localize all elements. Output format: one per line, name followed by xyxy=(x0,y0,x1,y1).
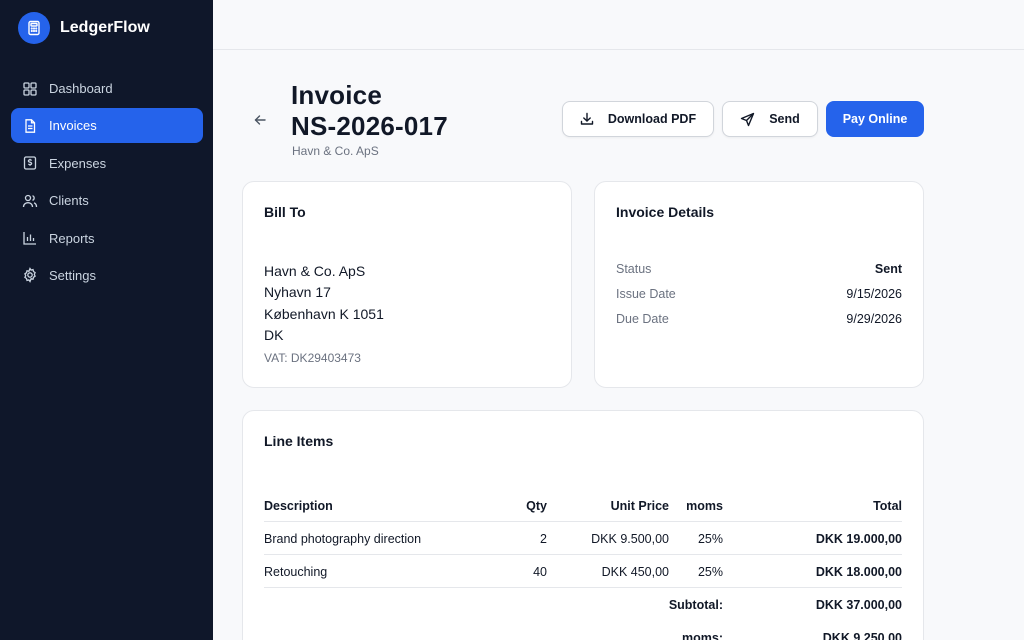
due-date-label: Due Date xyxy=(616,312,669,326)
client-country: DK xyxy=(264,327,284,343)
item-unit-price: DKK 450,00 xyxy=(601,564,669,579)
column-header-qty: Qty xyxy=(526,498,547,513)
sidebar-item-reports[interactable]: Reports xyxy=(11,221,203,256)
item-unit-price: DKK 9.500,00 xyxy=(591,531,669,546)
back-button[interactable] xyxy=(250,110,270,130)
column-header-moms: moms xyxy=(686,498,723,513)
moms-total-value: DKK 9.250,00 xyxy=(822,630,902,640)
subtotal-value: DKK 37.000,00 xyxy=(815,597,902,612)
download-pdf-button[interactable]: Download PDF xyxy=(562,101,714,137)
column-header-unit-price: Unit Price xyxy=(610,498,669,513)
issue-date-label: Issue Date xyxy=(616,287,676,301)
moms-total-label: moms: xyxy=(682,630,723,640)
sidebar-item-label: Invoices xyxy=(49,118,97,134)
download-pdf-label: Download PDF xyxy=(607,112,697,126)
item-description: Retouching xyxy=(264,564,328,579)
line-items-table: Description Qty Unit Price moms Total Br… xyxy=(264,489,902,640)
client-vat: VAT: DK29403473 xyxy=(264,351,361,365)
item-moms: 25% xyxy=(697,564,723,579)
invoice-details-title: Invoice Details xyxy=(616,204,715,220)
sidebar-item-invoices[interactable]: Invoices xyxy=(11,108,203,144)
send-button[interactable]: Send xyxy=(722,101,818,137)
issue-date-value: 9/15/2026 xyxy=(846,287,902,301)
sidebar-nav: Dashboard Invoices Expenses Clients Repo… xyxy=(11,71,203,295)
table-row: Retouching 40 DKK 450,00 25% DKK 18.000,… xyxy=(264,555,902,588)
line-items-card: Line Items Description Qty Unit Price mo… xyxy=(242,410,924,640)
gear-icon xyxy=(22,267,38,284)
users-icon xyxy=(22,193,38,209)
moms-row: moms: DKK 9.250,00 xyxy=(264,621,902,640)
item-total: DKK 19.000,00 xyxy=(815,531,902,546)
issue-date-row: Issue Date 9/15/2026 xyxy=(616,287,902,301)
due-date-row: Due Date 9/29/2026 xyxy=(616,312,902,326)
subtotal-label: Subtotal: xyxy=(668,597,723,612)
sidebar-item-clients[interactable]: Clients xyxy=(11,183,203,218)
download-icon xyxy=(580,112,594,126)
send-label: Send xyxy=(769,112,800,126)
brand[interactable]: LedgerFlow xyxy=(18,12,150,44)
line-items-title: Line Items xyxy=(264,433,334,449)
sidebar-item-settings[interactable]: Settings xyxy=(11,258,203,293)
sidebar-item-label: Dashboard xyxy=(49,81,113,96)
table-row: Brand photography direction 2 DKK 9.500,… xyxy=(264,522,902,555)
item-qty: 40 xyxy=(533,564,547,579)
sidebar-item-label: Settings xyxy=(49,267,96,283)
client-name: Havn & Co. ApS xyxy=(264,263,366,279)
pay-online-label: Pay Online xyxy=(842,112,908,126)
arrow-left-icon xyxy=(254,115,266,125)
file-icon xyxy=(22,118,38,134)
calculator-icon xyxy=(18,12,50,44)
item-moms: 25% xyxy=(697,531,723,546)
column-header-description: Description xyxy=(264,498,333,513)
bar-chart-icon xyxy=(22,230,38,246)
bill-to-card: Bill To Havn & Co. ApS Nyhavn 17 Københa… xyxy=(242,181,572,388)
sidebar: LedgerFlow Dashboard Invoices Expenses C… xyxy=(0,0,213,640)
client-city: København K 1051 xyxy=(264,306,384,322)
app-name: LedgerFlow xyxy=(60,19,150,36)
sidebar-item-label: Expenses xyxy=(49,155,107,171)
dashboard-icon xyxy=(22,81,38,97)
sidebar-item-label: Clients xyxy=(49,193,89,209)
item-description: Brand photography direction xyxy=(264,531,422,546)
page-title: Invoice xyxy=(291,80,382,110)
item-total: DKK 18.000,00 xyxy=(815,564,902,579)
due-date-value: 9/29/2026 xyxy=(846,312,902,326)
client-street: Nyhavn 17 xyxy=(264,284,331,300)
column-header-total: Total xyxy=(873,498,902,513)
status-label: Status xyxy=(616,262,652,276)
page-subtitle: Havn & Co. ApS xyxy=(292,144,379,158)
item-qty: 2 xyxy=(540,531,547,546)
sidebar-item-dashboard[interactable]: Dashboard xyxy=(11,71,203,106)
status-badge: Sent xyxy=(874,262,902,276)
invoice-number: NS-2026-017 xyxy=(291,111,448,141)
send-icon xyxy=(740,112,755,127)
top-bar xyxy=(213,0,1024,50)
sidebar-item-expenses[interactable]: Expenses xyxy=(11,146,203,181)
status-row: Status Sent xyxy=(616,262,902,276)
sidebar-item-label: Reports xyxy=(49,230,95,246)
subtotal-row: Subtotal: DKK 37.000,00 xyxy=(264,588,902,621)
table-header-row: Description Qty Unit Price moms Total xyxy=(264,489,902,522)
invoice-details-card: Invoice Details Status Sent Issue Date 9… xyxy=(594,181,924,388)
dollar-receipt-icon xyxy=(22,155,38,171)
bill-to-title: Bill To xyxy=(264,204,306,220)
pay-online-button[interactable]: Pay Online xyxy=(826,101,924,137)
